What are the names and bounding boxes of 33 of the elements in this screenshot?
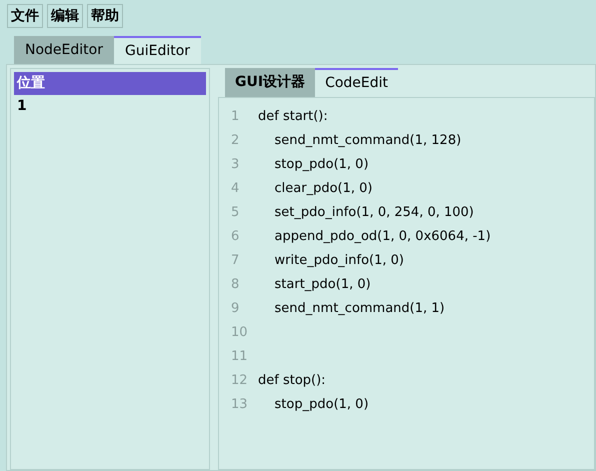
line-number: 4 [231, 180, 240, 198]
list-item[interactable]: 1 [14, 95, 206, 118]
line-number: 7 [231, 252, 240, 270]
line-number: 10 [231, 324, 249, 342]
menu-item[interactable]: 编辑 [47, 4, 83, 28]
menu-item[interactable]: 文件 [7, 4, 43, 28]
line-number: 9 [231, 300, 240, 318]
code-line: send_nmt_command(1, 1) [274, 300, 445, 318]
code-line: clear_pdo(1, 0) [274, 180, 373, 198]
code-line: write_pdo_info(1, 0) [274, 252, 404, 270]
code-line: set_pdo_info(1, 0, 254, 0, 100) [274, 204, 474, 222]
code-line: def stop(): [258, 372, 326, 390]
code-line: start_pdo(1, 0) [274, 276, 371, 294]
line-number: 3 [231, 156, 240, 174]
line-number: 2 [231, 132, 240, 150]
tab[interactable]: GuiEditor [114, 36, 202, 64]
tab[interactable]: GUI设计器 [225, 68, 316, 97]
menu-item[interactable]: 帮助 [87, 4, 123, 28]
line-number: 12 [231, 372, 249, 390]
line-number: 1 [231, 108, 240, 126]
line-number: 13 [231, 396, 249, 414]
line-number: 5 [231, 204, 240, 222]
code-line: append_pdo_od(1, 0, 0x6064, -1) [274, 228, 491, 246]
code-line: stop_pdo(1, 0) [274, 396, 369, 414]
line-number: 11 [231, 348, 249, 366]
tab[interactable]: NodeEditor [14, 36, 114, 64]
line-number: 8 [231, 276, 240, 294]
code-line: stop_pdo(1, 0) [274, 156, 369, 174]
code-line: def start(): [258, 108, 328, 126]
line-number: 6 [231, 228, 240, 246]
code-editor[interactable] [218, 97, 595, 470]
code-line: send_nmt_command(1, 128) [274, 132, 462, 150]
list-item[interactable]: 位置 [14, 72, 206, 95]
